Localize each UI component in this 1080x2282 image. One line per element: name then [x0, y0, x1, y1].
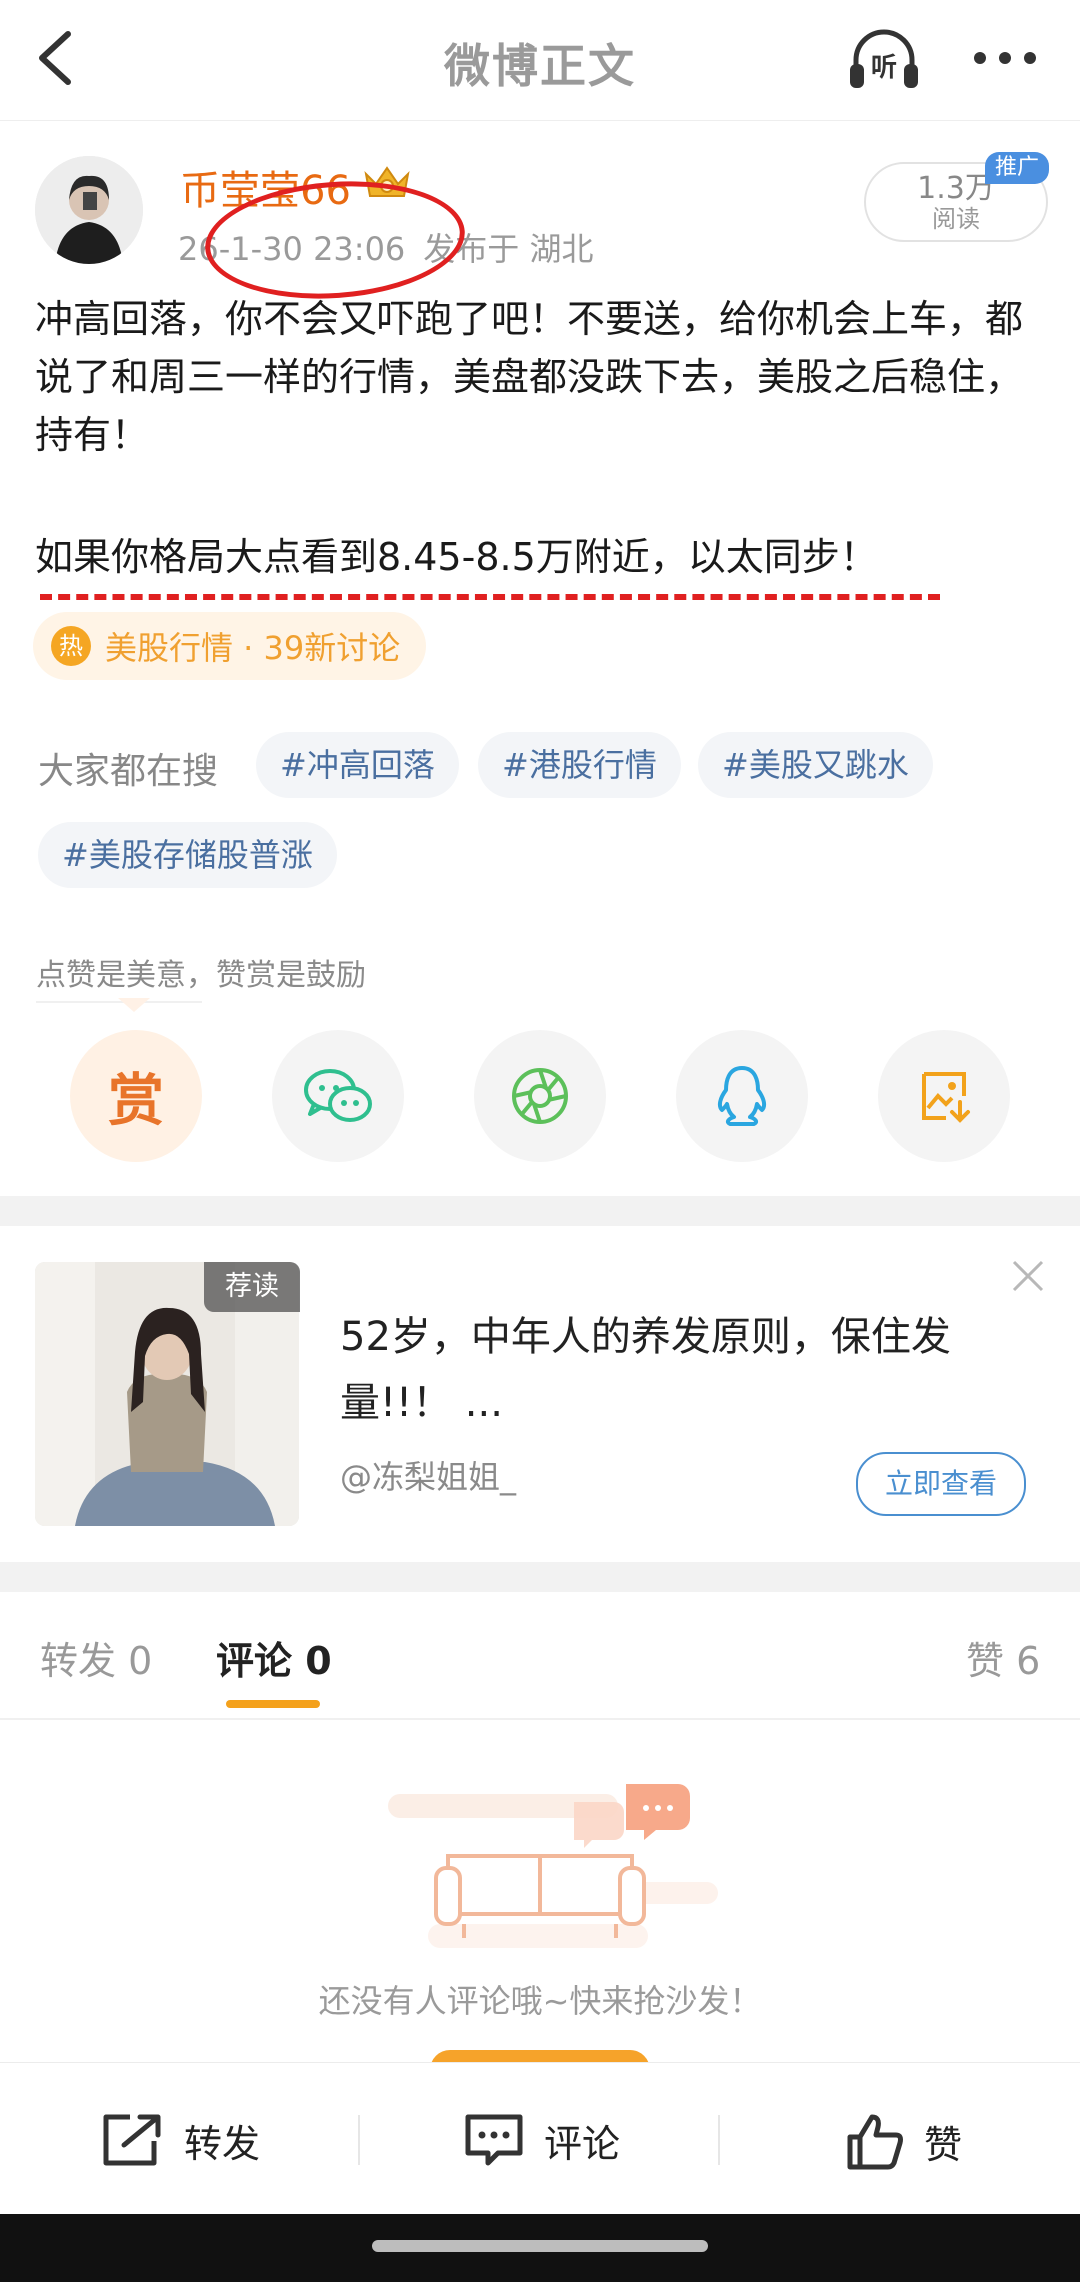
tab-divider	[0, 1718, 1080, 1720]
repost-button[interactable]: 转发	[100, 2111, 260, 2169]
bottom-action-bar: 转发 评论 赞	[0, 2062, 1080, 2215]
top-nav-bar: 微博正文 听	[0, 0, 1080, 121]
hint-pointer	[118, 998, 150, 1012]
like-label: 赞	[924, 2122, 963, 2167]
comment-button[interactable]: 评论	[462, 2111, 620, 2169]
recommendation-badge: 荐读	[204, 1262, 300, 1312]
trending-search-label: 大家都在搜	[38, 751, 219, 792]
view-now-button[interactable]: 立即查看	[856, 1452, 1026, 1516]
topic-text: 美股行情 · 39新讨论	[105, 629, 401, 667]
qq-penguin-icon	[717, 1066, 767, 1126]
recommendation-title[interactable]: 52岁，中年人的养发原则，保住发量!!！ ...	[340, 1304, 1000, 1436]
post-paragraph-2: 如果你格局大点看到8.45-8.5万附近，以太同步！	[35, 535, 878, 579]
home-indicator[interactable]	[372, 2240, 708, 2252]
active-tab-indicator	[226, 1700, 320, 1708]
listen-headphone-icon[interactable]: 听	[846, 24, 922, 94]
bottom-bar-divider	[718, 2115, 720, 2165]
more-options-icon[interactable]	[970, 46, 1040, 70]
read-label: 阅读	[932, 205, 980, 233]
promo-badge: 推广	[985, 152, 1049, 184]
tab-reposts[interactable]: 转发 0	[40, 1630, 152, 1685]
section-separator	[0, 1562, 1080, 1592]
reward-button[interactable]: 赏	[70, 1030, 202, 1162]
tab-likes[interactable]: 赞 6	[966, 1630, 1040, 1685]
moments-aperture-icon	[512, 1068, 568, 1124]
bottom-bar-divider	[358, 2115, 360, 2165]
save-image-button[interactable]	[878, 1030, 1010, 1162]
tab-comments[interactable]: 评论 0	[216, 1630, 332, 1685]
recommendation-author[interactable]: @冻梨姐姐_	[340, 1452, 516, 1498]
avatar[interactable]	[35, 156, 143, 264]
like-button[interactable]: 赞	[844, 2111, 962, 2171]
wechat-icon	[304, 1069, 372, 1122]
listen-label: 听	[871, 53, 897, 83]
post-paragraph-1: 冲高回落，你不会又吓跑了吧！不要送，给你机会上车，都说了和周三一样的行情，美盘都…	[35, 297, 1024, 457]
hot-icon: 热	[51, 626, 91, 666]
search-tag[interactable]: #美股存储股普涨	[38, 822, 337, 888]
comment-label: 评论	[544, 2121, 621, 2166]
topic-chip[interactable]: 热 美股行情 · 39新讨论	[33, 612, 427, 680]
search-tag[interactable]: #冲高回落	[256, 732, 459, 798]
comment-bubble-icon	[465, 2114, 523, 2166]
empty-sofa-illustration	[388, 1784, 718, 1948]
repost-label: 转发	[184, 2121, 261, 2166]
reward-hint: 点赞是美意，赞赏是鼓励	[36, 958, 366, 993]
save-image-icon	[922, 1072, 970, 1123]
share-arrow-icon	[103, 2114, 161, 2166]
search-tag[interactable]: #美股又跳水	[698, 732, 933, 798]
section-separator	[0, 1196, 1080, 1226]
share-qq-button[interactable]	[676, 1030, 808, 1162]
reward-icon: 赏	[108, 1068, 164, 1134]
share-wechat-button[interactable]	[272, 1030, 404, 1162]
close-icon[interactable]	[1010, 1258, 1046, 1294]
search-tag[interactable]: #港股行情	[478, 732, 681, 798]
thumbs-up-icon	[847, 2114, 903, 2170]
red-annotation-underline	[40, 594, 940, 600]
share-moments-button[interactable]	[474, 1030, 606, 1162]
empty-comments-text: 还没有人评论哦~快来抢沙发！	[318, 1982, 762, 2020]
